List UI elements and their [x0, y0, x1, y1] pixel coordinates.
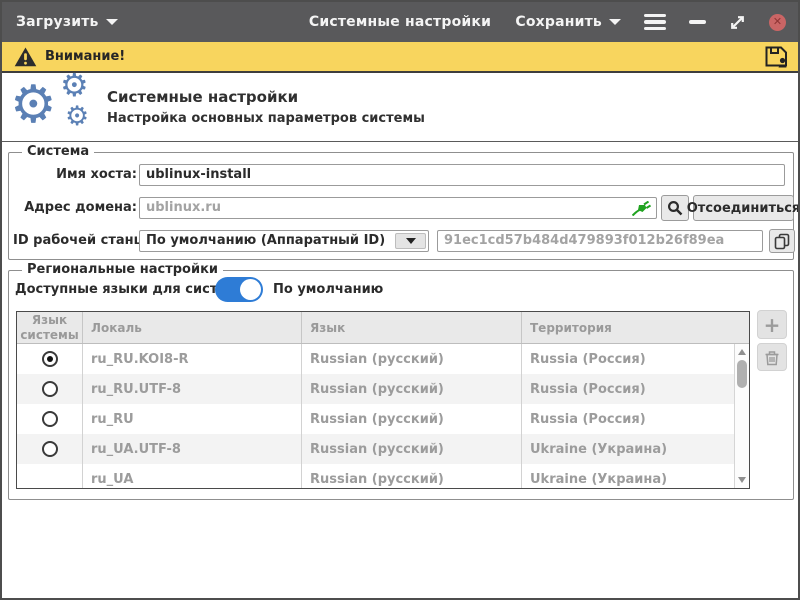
hostname-label: Имя хоста:	[13, 162, 137, 188]
locales-table: Язык системы Локаль Язык Территория ru_R…	[16, 311, 750, 489]
scrollbar-thumb[interactable]	[737, 360, 747, 388]
titlebar: Загрузить Системные настройки Сохранить …	[2, 2, 798, 42]
language-cell: Russian (русский)	[302, 374, 522, 404]
load-menu-button[interactable]: Загрузить	[16, 14, 118, 30]
close-icon: ✕	[773, 16, 782, 27]
system-groupbox: Система Имя хоста: ublinux-install Адрес…	[8, 152, 794, 260]
warning-bar: Внимание!	[2, 42, 798, 73]
column-header-territory[interactable]: Территория	[522, 312, 749, 343]
table-scrollbar[interactable]	[734, 344, 749, 488]
load-menu-label: Загрузить	[16, 14, 99, 30]
warning-triangle-icon	[14, 47, 37, 67]
system-legend: Система	[22, 144, 94, 159]
column-header-language[interactable]: Язык	[302, 312, 522, 343]
column-header-system-language[interactable]: Язык системы	[17, 312, 83, 343]
column-header-locale[interactable]: Локаль	[83, 312, 302, 343]
locale-cell: ru_RU	[83, 404, 302, 434]
system-language-radio[interactable]	[42, 411, 58, 427]
scroll-down-arrow-icon[interactable]	[738, 477, 746, 483]
language-cell: Russian (русский)	[302, 344, 522, 374]
gear-icon: ⚙	[10, 79, 57, 131]
disconnect-button[interactable]: Отсоединиться	[693, 195, 794, 221]
warning-message: Внимание!	[45, 49, 125, 64]
language-cell: Russian (русский)	[302, 404, 522, 434]
hamburger-menu-icon[interactable]	[644, 14, 666, 31]
expand-icon[interactable]	[729, 14, 746, 31]
table-row[interactable]: ru_RU.UTF-8 Russian (русский) Russia (Ро…	[17, 374, 749, 404]
languages-toggle-state: По умолчанию	[273, 277, 383, 303]
system-language-radio[interactable]	[42, 381, 58, 397]
territory-cell: Russia (Россия)	[522, 404, 749, 434]
page-subtitle: Настройка основных параметров системы	[107, 111, 425, 126]
locale-cell: ru_UA	[83, 464, 302, 489]
system-language-radio[interactable]	[42, 441, 58, 457]
search-icon	[667, 200, 683, 216]
languages-toggle[interactable]	[215, 277, 263, 302]
station-id-mode-value: По умолчанию (Аппаратный ID)	[146, 233, 385, 248]
copy-id-button[interactable]	[769, 229, 795, 253]
locale-cell: ru_RU.UTF-8	[83, 374, 302, 404]
domain-input[interactable]: ublinux.ru	[139, 197, 657, 219]
connected-plug-icon	[632, 201, 651, 216]
delete-locale-button[interactable]	[757, 343, 787, 371]
table-row[interactable]: ru_UA.UTF-8 Russian (русский) Ukraine (У…	[17, 434, 749, 464]
regional-groupbox: Региональные настройки Доступные языки д…	[8, 270, 794, 500]
toggle-knob	[240, 279, 261, 300]
save-menu-button[interactable]: Сохранить	[515, 14, 621, 30]
territory-cell: Ukraine (Украина)	[522, 434, 749, 464]
page-title: Системные настройки	[107, 88, 298, 106]
minimize-button[interactable]	[689, 20, 706, 24]
hostname-input[interactable]: ublinux-install	[139, 164, 785, 186]
territory-cell: Ukraine (Украина)	[522, 464, 749, 489]
station-id-mode-select[interactable]: По умолчанию (Аппаратный ID)	[139, 230, 429, 252]
domain-value: ublinux.ru	[146, 200, 221, 215]
language-cell: Russian (русский)	[302, 464, 522, 489]
gear-icon: ⚙	[60, 69, 89, 101]
chevron-down-icon	[609, 19, 621, 25]
domain-label: Адрес домена:	[13, 195, 137, 221]
language-cell: Russian (русский)	[302, 434, 522, 464]
combo-dropdown-button[interactable]	[395, 233, 426, 249]
table-row[interactable]: ru_UA Russian (русский) Ukraine (Украина…	[17, 464, 749, 489]
close-button[interactable]: ✕	[769, 14, 786, 31]
page-header: ⚙ ⚙ ⚙ Системные настройки Настройка осно…	[2, 73, 798, 142]
territory-cell: Russia (Россия)	[522, 344, 749, 374]
gears-app-icon: ⚙ ⚙ ⚙	[10, 75, 106, 139]
locale-cell: ru_RU.KOI8-R	[83, 344, 302, 374]
station-id-value-field[interactable]: 91ec1cd57b484d479893f012b26f89ea	[437, 230, 763, 252]
station-id-label: ID рабочей станции:	[13, 228, 137, 254]
domain-search-button[interactable]	[661, 195, 689, 221]
table-header-row: Язык системы Локаль Язык Территория	[17, 312, 749, 344]
territory-cell: Russia (Россия)	[522, 374, 749, 404]
regional-legend: Региональные настройки	[22, 262, 223, 277]
add-locale-button[interactable]: +	[757, 310, 787, 339]
scroll-up-arrow-icon[interactable]	[738, 349, 746, 355]
system-settings-window: Загрузить Системные настройки Сохранить …	[0, 0, 800, 600]
gear-icon: ⚙	[65, 103, 89, 130]
save-menu-label: Сохранить	[515, 14, 602, 30]
system-language-radio[interactable]	[42, 351, 58, 367]
trash-icon	[764, 349, 780, 366]
table-row[interactable]: ru_RU.KOI8-R Russian (русский) Russia (Р…	[17, 344, 749, 374]
table-row[interactable]: ru_RU Russian (русский) Russia (Россия)	[17, 404, 749, 434]
chevron-down-icon	[406, 238, 416, 244]
save-file-icon[interactable]	[764, 45, 789, 68]
copy-icon	[774, 233, 790, 250]
locale-cell: ru_UA.UTF-8	[83, 434, 302, 464]
chevron-down-icon	[106, 19, 118, 25]
